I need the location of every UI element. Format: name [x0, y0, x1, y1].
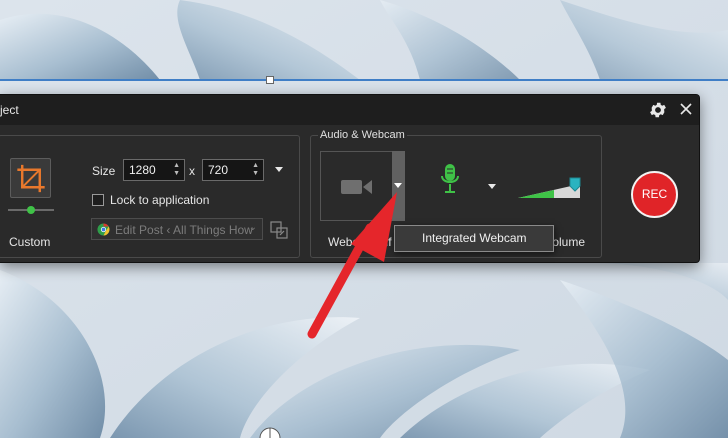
webcam-dropdown-icon: [394, 183, 402, 188]
application-select[interactable]: Edit Post ‹ All Things How ⌄: [91, 218, 263, 240]
video-camera-icon: [341, 180, 372, 194]
custom-region-button[interactable]: [10, 158, 51, 198]
lock-to-application-checkbox[interactable]: [92, 194, 104, 206]
record-button[interactable]: REC: [631, 171, 678, 218]
capture-region-border[interactable]: [0, 79, 728, 81]
size-times-label: x: [189, 164, 195, 178]
height-input[interactable]: 720 ▲ ▼: [202, 159, 264, 181]
size-label: Size: [92, 164, 116, 178]
webcam-dropdown-menu: Integrated Webcam: [394, 225, 554, 252]
window-title: ject: [0, 103, 19, 117]
audio-webcam-group-title: Audio & Webcam: [318, 129, 407, 141]
width-input[interactable]: 1280 ▲ ▼: [123, 159, 185, 181]
capture-region-handle-top[interactable]: [266, 76, 274, 84]
preset-label: Custom: [9, 235, 51, 249]
menu-item-integrated-webcam[interactable]: Integrated Webcam: [396, 227, 552, 250]
crop-icon: [17, 164, 45, 193]
volume-slider-icon[interactable]: [518, 176, 584, 200]
preset-slider[interactable]: [8, 206, 54, 214]
microphone-dropdown-icon[interactable]: [488, 184, 496, 189]
close-icon[interactable]: [677, 100, 695, 118]
title-bar[interactable]: ject: [0, 95, 699, 125]
gear-icon[interactable]: [648, 100, 668, 120]
chevron-down-icon: ⌄: [248, 222, 257, 233]
webcam-dropdown-button[interactable]: [392, 151, 405, 221]
width-value: 1280: [129, 163, 156, 177]
height-stepper-icon[interactable]: ▲ ▼: [252, 162, 259, 178]
application-select-value: Edit Post ‹ All Things How: [115, 223, 253, 237]
capture-region-center-handle[interactable]: [258, 424, 282, 438]
size-dropdown-icon[interactable]: [275, 167, 283, 172]
preset-slider-knob[interactable]: [27, 206, 35, 214]
microphone-icon[interactable]: [440, 164, 460, 194]
height-value: 720: [208, 163, 229, 177]
webcam-status-label: Webcam off: [328, 235, 392, 249]
snap-to-window-icon[interactable]: [270, 221, 288, 239]
recorder-panel: ject Custom Size 1280 ▲ ▼ x 720 ▲ ▼ Lock t…: [0, 94, 700, 263]
width-stepper-icon[interactable]: ▲ ▼: [173, 162, 180, 178]
lock-to-application-label: Lock to application: [110, 193, 210, 207]
chrome-icon: [97, 223, 110, 236]
